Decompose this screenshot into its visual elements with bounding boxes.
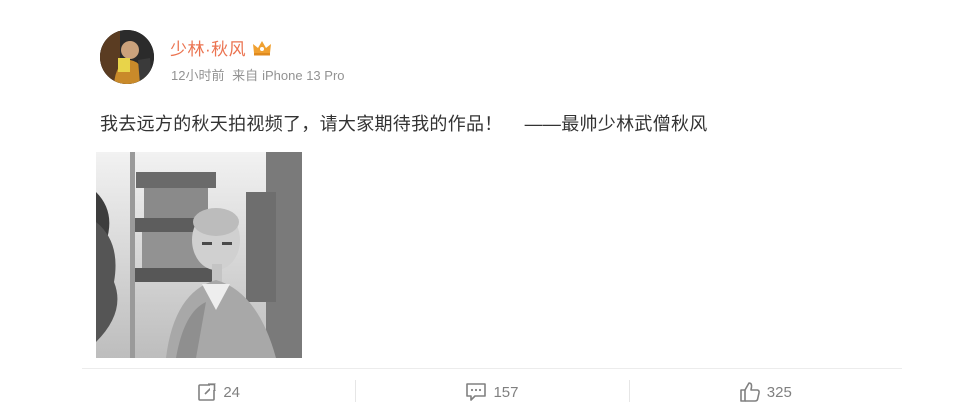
crown-icon: [252, 40, 272, 56]
post-signature: ——最帅少林武僧秋风: [524, 114, 708, 134]
like-count: 325: [766, 383, 792, 401]
repost-count: 24: [223, 383, 240, 401]
post-image[interactable]: [96, 152, 302, 358]
thumbs-up-icon: [739, 381, 761, 403]
comment-button[interactable]: 157: [355, 370, 628, 414]
source-prefix: 来自: [232, 68, 259, 83]
author-name[interactable]: 少林·秋风: [170, 35, 272, 60]
post-body: 我去远方的秋天拍视频了，请大家期待我的作品！: [100, 114, 503, 134]
avatar[interactable]: [100, 30, 154, 84]
like-button[interactable]: 325: [628, 370, 902, 414]
post-meta: 12小时前 来自 iPhone 13 Pro: [171, 65, 345, 84]
action-bar: 24 157 325: [82, 370, 902, 414]
repost-button[interactable]: 24: [82, 370, 355, 414]
author-name-text[interactable]: 少林·秋风: [170, 35, 246, 60]
weibo-post-card: 少林·秋风 12小时前 来自 iPhone 13 Pro 我去远方的秋天拍视频了，…: [0, 0, 962, 414]
comment-count: 157: [493, 383, 519, 401]
action-divider: [82, 368, 902, 369]
comment-icon: [465, 382, 487, 402]
post-time[interactable]: 12小时前: [171, 68, 224, 83]
post-text: 我去远方的秋天拍视频了，请大家期待我的作品！ ——最帅少林武僧秋风: [100, 110, 708, 136]
post-source[interactable]: iPhone 13 Pro: [262, 68, 344, 83]
share-icon: [197, 382, 217, 402]
